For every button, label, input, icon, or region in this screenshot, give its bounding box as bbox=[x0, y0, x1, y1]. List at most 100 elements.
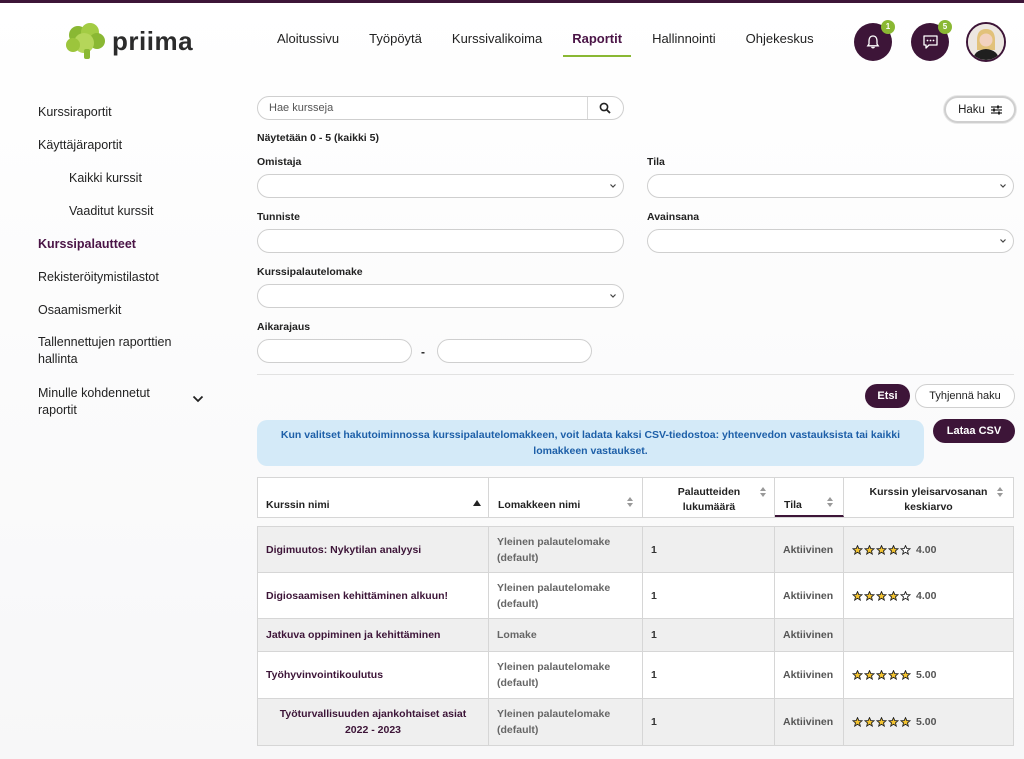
column-status[interactable]: Tila bbox=[775, 478, 844, 517]
sidebar-item-tallennetut-raportit[interactable]: Tallennettujen raporttien hallinta bbox=[38, 334, 188, 368]
search-icon[interactable] bbox=[599, 102, 611, 114]
search-button[interactable]: Etsi bbox=[865, 384, 910, 408]
star-icon bbox=[864, 670, 875, 680]
table-header: Kurssin nimi Lomakkeen nimi Palautteiden… bbox=[257, 477, 1014, 518]
star-icon bbox=[900, 670, 911, 680]
feedback-form-select[interactable] bbox=[257, 284, 624, 308]
star-icon bbox=[900, 717, 911, 727]
sidebar-item-osaamismerkit[interactable]: Osaamismerkit bbox=[38, 302, 208, 319]
star-icon bbox=[864, 717, 875, 727]
form-name: Yleinen palautelomake (default) bbox=[489, 652, 643, 698]
column-form-name-label: Lomakkeen nimi bbox=[498, 499, 581, 511]
range-separator: - bbox=[421, 345, 425, 359]
sidebar-item-vaaditut-kurssit[interactable]: Vaaditut kurssit bbox=[69, 203, 239, 220]
rating-cell: 5.00 bbox=[844, 652, 1013, 698]
search-input[interactable]: Hae kursseja bbox=[269, 102, 333, 114]
timerange-label: Aikarajaus bbox=[257, 321, 311, 333]
rating-value: 5.00 bbox=[916, 716, 937, 728]
status-text: Aktiivinen bbox=[775, 699, 844, 745]
rating-value: 4.00 bbox=[916, 543, 937, 556]
star-icon bbox=[900, 544, 911, 555]
chevron-down-icon bbox=[610, 184, 616, 188]
chat-icon bbox=[922, 35, 938, 49]
rating-value: 4.00 bbox=[916, 589, 937, 602]
owner-label: Omistaja bbox=[257, 156, 302, 168]
feedback-count: 1 bbox=[643, 619, 775, 651]
table-row[interactable]: Digimuutos: Nykytilan analyysi Yleinen pa… bbox=[257, 526, 1014, 573]
column-course-name[interactable]: Kurssin nimi bbox=[258, 478, 489, 517]
column-status-label: Tila bbox=[784, 499, 802, 511]
form-name: Yleinen palautelomake (default) bbox=[489, 573, 643, 618]
table-row[interactable]: Työhyvinvointikoulutus Yleinen palautelom… bbox=[257, 652, 1014, 699]
status-text: Aktiivinen bbox=[775, 652, 844, 698]
table-row[interactable]: Jatkuva oppiminen ja kehittäminen Lomake 1… bbox=[257, 619, 1014, 652]
feedback-count: 1 bbox=[643, 652, 775, 698]
nav-hallinnointi[interactable]: Hallinnointi bbox=[637, 3, 731, 75]
logo-text: priima bbox=[112, 25, 194, 56]
column-form-name[interactable]: Lomakkeen nimi bbox=[489, 478, 643, 517]
form-name: Lomake bbox=[489, 619, 643, 651]
date-to-input[interactable] bbox=[437, 339, 592, 363]
course-name-link[interactable]: Digiosaamisen kehittäminen alkuun! bbox=[258, 573, 489, 618]
column-average-rating-label: Kurssin yleisarvosanan keskiarvo bbox=[869, 486, 988, 513]
rating-value: 5.00 bbox=[916, 669, 937, 681]
status-label: Tila bbox=[647, 156, 665, 168]
star-icon bbox=[888, 544, 899, 555]
sidebar-item-kohdennetut-raportit[interactable]: Minulle kohdennetut raportit bbox=[38, 385, 178, 419]
sidebar-item-kayttajaraportit[interactable]: Käyttäjäraportit bbox=[38, 137, 208, 154]
sort-icon bbox=[827, 497, 833, 507]
sidebar-item-kurssiraportit[interactable]: Kurssiraportit bbox=[38, 104, 208, 121]
nav-tyopoyta[interactable]: Työpöytä bbox=[354, 3, 437, 75]
sort-icon bbox=[997, 487, 1003, 497]
chevron-down-icon[interactable] bbox=[192, 395, 204, 403]
chevron-down-icon bbox=[1000, 239, 1006, 243]
sidebar-item-rekisteroitymistilastot[interactable]: Rekisteröitymistilastot bbox=[38, 269, 208, 286]
notifications-badge: 1 bbox=[881, 20, 895, 34]
course-name-link[interactable]: Työturvallisuuden ajankohtaiset asiat 20… bbox=[258, 699, 489, 745]
rating-stars bbox=[852, 717, 911, 727]
star-icon bbox=[876, 544, 887, 555]
star-icon bbox=[876, 670, 887, 680]
notifications-button[interactable]: 1 bbox=[854, 20, 895, 61]
nav-ohjekeskus[interactable]: Ohjekeskus bbox=[731, 3, 829, 75]
sidebar-item-kurssipalautteet[interactable]: Kurssipalautteet bbox=[38, 236, 208, 253]
column-feedback-count[interactable]: Palautteiden lukumäärä bbox=[643, 478, 775, 517]
star-icon bbox=[888, 590, 899, 601]
keyword-select[interactable] bbox=[647, 229, 1014, 253]
star-icon bbox=[852, 544, 863, 555]
nav-raportit[interactable]: Raportit bbox=[557, 3, 637, 75]
messages-button[interactable]: 5 bbox=[911, 20, 952, 61]
star-icon bbox=[888, 717, 899, 727]
column-average-rating[interactable]: Kurssin yleisarvosanan keskiarvo bbox=[844, 478, 1013, 517]
rating-cell: 4.00 bbox=[844, 527, 1013, 572]
user-photo-icon bbox=[968, 24, 1004, 60]
date-from-input[interactable] bbox=[257, 339, 412, 363]
sort-icon bbox=[760, 487, 766, 497]
status-select[interactable] bbox=[647, 174, 1014, 198]
chevron-down-icon bbox=[1000, 184, 1006, 188]
course-search[interactable]: Hae kursseja bbox=[257, 96, 624, 120]
bell-icon bbox=[866, 35, 880, 49]
course-name-link[interactable]: Digimuutos: Nykytilan analyysi bbox=[258, 527, 489, 572]
feedback-form-label: Kurssipalautelomake bbox=[257, 266, 363, 278]
star-icon bbox=[876, 590, 887, 601]
avatar[interactable] bbox=[966, 22, 1006, 62]
logo[interactable]: priima bbox=[64, 21, 193, 61]
sort-up-icon bbox=[473, 500, 481, 506]
main-nav: Aloitussivu Työpöytä Kurssivalikoima Rap… bbox=[262, 3, 829, 75]
nav-kurssivalikoima[interactable]: Kurssivalikoima bbox=[437, 3, 557, 75]
advanced-search-button[interactable]: Haku bbox=[944, 96, 1016, 123]
table-row[interactable]: Digiosaamisen kehittäminen alkuun! Yleine… bbox=[257, 573, 1014, 619]
course-name-link[interactable]: Työhyvinvointikoulutus bbox=[258, 652, 489, 698]
clear-search-button[interactable]: Tyhjennä haku bbox=[915, 384, 1015, 408]
course-name-link[interactable]: Jatkuva oppiminen ja kehittäminen bbox=[258, 619, 489, 651]
table-row[interactable]: Työturvallisuuden ajankohtaiset asiat 20… bbox=[257, 699, 1014, 746]
owner-select[interactable] bbox=[257, 174, 624, 198]
form-name: Yleinen palautelomake (default) bbox=[489, 699, 643, 745]
sidebar-item-kaikki-kurssit[interactable]: Kaikki kurssit bbox=[69, 170, 239, 187]
download-csv-button[interactable]: Lataa CSV bbox=[933, 419, 1015, 443]
nav-aloitussivu[interactable]: Aloitussivu bbox=[262, 3, 354, 75]
brain-logo-icon bbox=[66, 23, 105, 59]
identifier-input[interactable] bbox=[257, 229, 624, 253]
star-icon bbox=[864, 544, 875, 555]
